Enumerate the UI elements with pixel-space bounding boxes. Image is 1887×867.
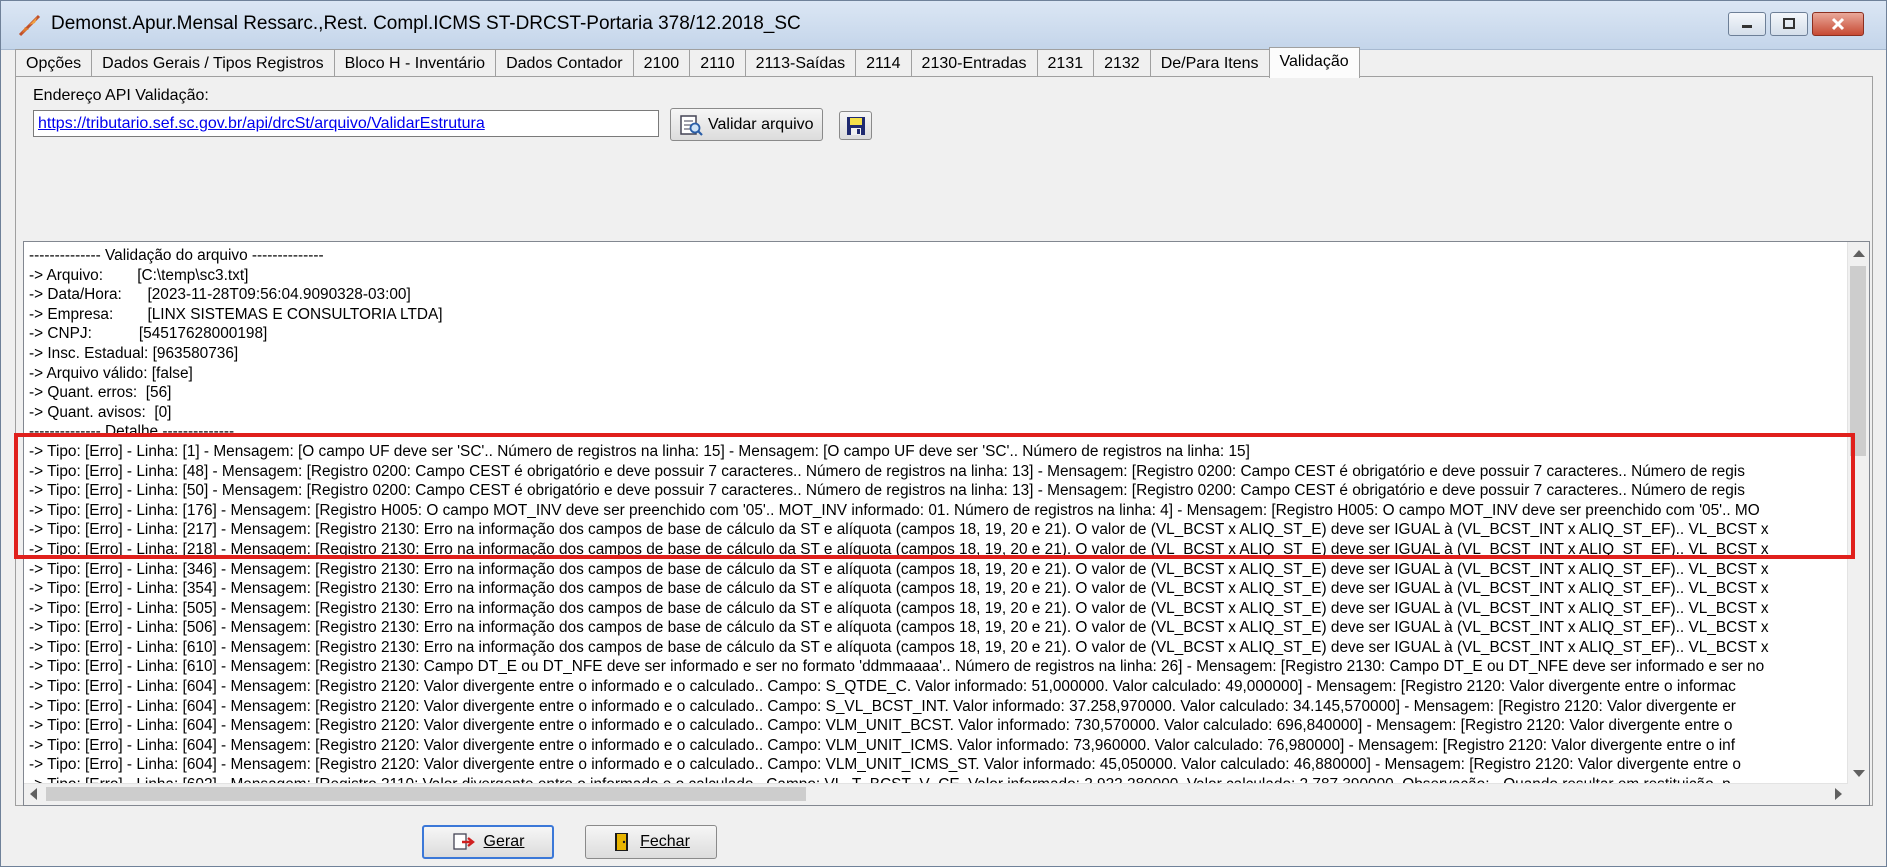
maximize-icon <box>1783 18 1795 29</box>
close-icon <box>1831 17 1845 31</box>
vertical-scroll-thumb[interactable] <box>1850 266 1866 456</box>
validate-file-label: Validar arquivo <box>708 115 814 133</box>
gerar-button[interactable]: Gerar <box>422 825 554 859</box>
app-feather-icon <box>18 14 41 37</box>
validation-log-lines: -------------- Validação do arquivo ----… <box>29 246 1843 785</box>
tab-2110[interactable]: 2110 <box>689 49 746 77</box>
log-line: -> Tipo: [Erro] - Linha: [217] - Mensage… <box>29 521 1769 539</box>
validate-file-icon <box>680 114 703 136</box>
minimize-icon <box>1742 25 1752 28</box>
log-line: -> Insc. Estadual: [963580736] <box>29 344 239 362</box>
fechar-door-icon <box>615 833 629 851</box>
gerar-label: Gerar <box>483 833 525 850</box>
log-line: -> Tipo: [Erro] - Linha: [604] - Mensage… <box>29 678 1736 696</box>
main-window: Demonst.Apur.Mensal Ressarc.,Rest. Compl… <box>0 0 1887 867</box>
maximize-button[interactable] <box>1770 12 1808 36</box>
tab-validacao[interactable]: Validação <box>1268 47 1360 78</box>
log-line: -> Arquivo válido: [false] <box>29 364 193 382</box>
log-line: -> Tipo: [Erro] - Linha: [604] - Mensage… <box>29 756 1741 774</box>
minimize-button[interactable] <box>1728 12 1766 36</box>
horizontal-scroll-thumb[interactable] <box>46 787 806 801</box>
log-line: -> Quant. erros: [56] <box>29 384 172 402</box>
tab-opcoes[interactable]: Opções <box>15 49 93 77</box>
tab-2113-saidas[interactable]: 2113-Saídas <box>744 49 857 77</box>
scroll-right-icon[interactable] <box>1835 788 1842 800</box>
close-button[interactable] <box>1812 12 1864 36</box>
log-line: -> Tipo: [Erro] - Linha: [506] - Mensage… <box>29 619 1769 637</box>
log-line: -> Data/Hora: [2023-11-28T09:56:04.90903… <box>29 286 411 304</box>
tab-bloco-h[interactable]: Bloco H - Inventário <box>333 49 497 77</box>
api-url-input[interactable] <box>33 110 659 137</box>
gerar-arrow-icon <box>452 833 475 850</box>
log-line: -> CNPJ: [54517628000198] <box>29 325 268 343</box>
log-line: -> Tipo: [Erro] - Linha: [48] - Mensagem… <box>29 462 1745 480</box>
log-line: -> Empresa: [LINX SISTEMAS E CONSULTORIA… <box>29 305 443 323</box>
log-line: -> Tipo: [Erro] - Linha: [176] - Mensage… <box>29 501 1760 519</box>
tab-2130-entradas[interactable]: 2130-Entradas <box>910 49 1038 77</box>
tab-2114[interactable]: 2114 <box>855 49 912 77</box>
log-line: -> Tipo: [Erro] - Linha: [610] - Mensage… <box>29 638 1769 656</box>
log-line: -------------- Detalhe -------------- <box>29 423 235 441</box>
tab-dados-gerais[interactable]: Dados Gerais / Tipos Registros <box>91 49 335 77</box>
tab-2131[interactable]: 2131 <box>1036 49 1095 77</box>
scrollbar-corner <box>1848 784 1869 805</box>
log-line: -> Arquivo: [C:\temp\sc3.txt] <box>29 266 249 284</box>
title-bar[interactable]: Demonst.Apur.Mensal Ressarc.,Rest. Compl… <box>1 1 1886 50</box>
log-line: -> Tipo: [Erro] - Linha: [218] - Mensage… <box>29 540 1769 558</box>
log-line: -> Tipo: [Erro] - Linha: [604] - Mensage… <box>29 697 1736 715</box>
api-url-label: Endereço API Validação: <box>33 87 209 104</box>
log-line: -> Tipo: [Erro] - Linha: [1] - Mensagem:… <box>29 442 1250 460</box>
scroll-up-icon[interactable] <box>1853 250 1865 257</box>
log-line: -------------- Validação do arquivo ----… <box>29 247 324 264</box>
scroll-down-icon[interactable] <box>1853 770 1865 777</box>
tab-strip: Opções Dados Gerais / Tipos Registros Bl… <box>15 47 1360 78</box>
log-line: -> Tipo: [Erro] - Linha: [505] - Mensage… <box>29 599 1769 617</box>
window-title: Demonst.Apur.Mensal Ressarc.,Rest. Compl… <box>51 13 801 34</box>
validation-log-memo[interactable]: -------------- Validação do arquivo ----… <box>23 241 1870 806</box>
tab-2100[interactable]: 2100 <box>632 49 691 77</box>
log-line: -> Tipo: [Erro] - Linha: [604] - Mensage… <box>29 717 1733 735</box>
log-line: -> Tipo: [Erro] - Linha: [604] - Mensage… <box>29 736 1735 754</box>
fechar-button[interactable]: Fechar <box>585 825 717 859</box>
tab-2132[interactable]: 2132 <box>1093 49 1151 77</box>
tab-de-para-itens[interactable]: De/Para Itens <box>1149 49 1270 77</box>
validate-file-button[interactable]: Validar arquivo <box>670 108 823 141</box>
vertical-scrollbar[interactable] <box>1847 242 1869 785</box>
scroll-left-icon[interactable] <box>30 788 37 800</box>
tab-dados-contador[interactable]: Dados Contador <box>495 49 634 77</box>
log-line: -> Tipo: [Erro] - Linha: [354] - Mensage… <box>29 580 1769 598</box>
save-button[interactable] <box>839 111 872 140</box>
save-disk-icon <box>846 116 865 135</box>
fechar-label: Fechar <box>640 833 690 850</box>
horizontal-scrollbar[interactable] <box>24 783 1848 805</box>
log-line: -> Tipo: [Erro] - Linha: [50] - Mensagem… <box>29 482 1745 500</box>
log-line: -> Quant. avisos: [0] <box>29 403 172 421</box>
log-line: -> Tipo: [Erro] - Linha: [610] - Mensage… <box>29 658 1765 676</box>
log-line: -> Tipo: [Erro] - Linha: [346] - Mensage… <box>29 560 1769 578</box>
